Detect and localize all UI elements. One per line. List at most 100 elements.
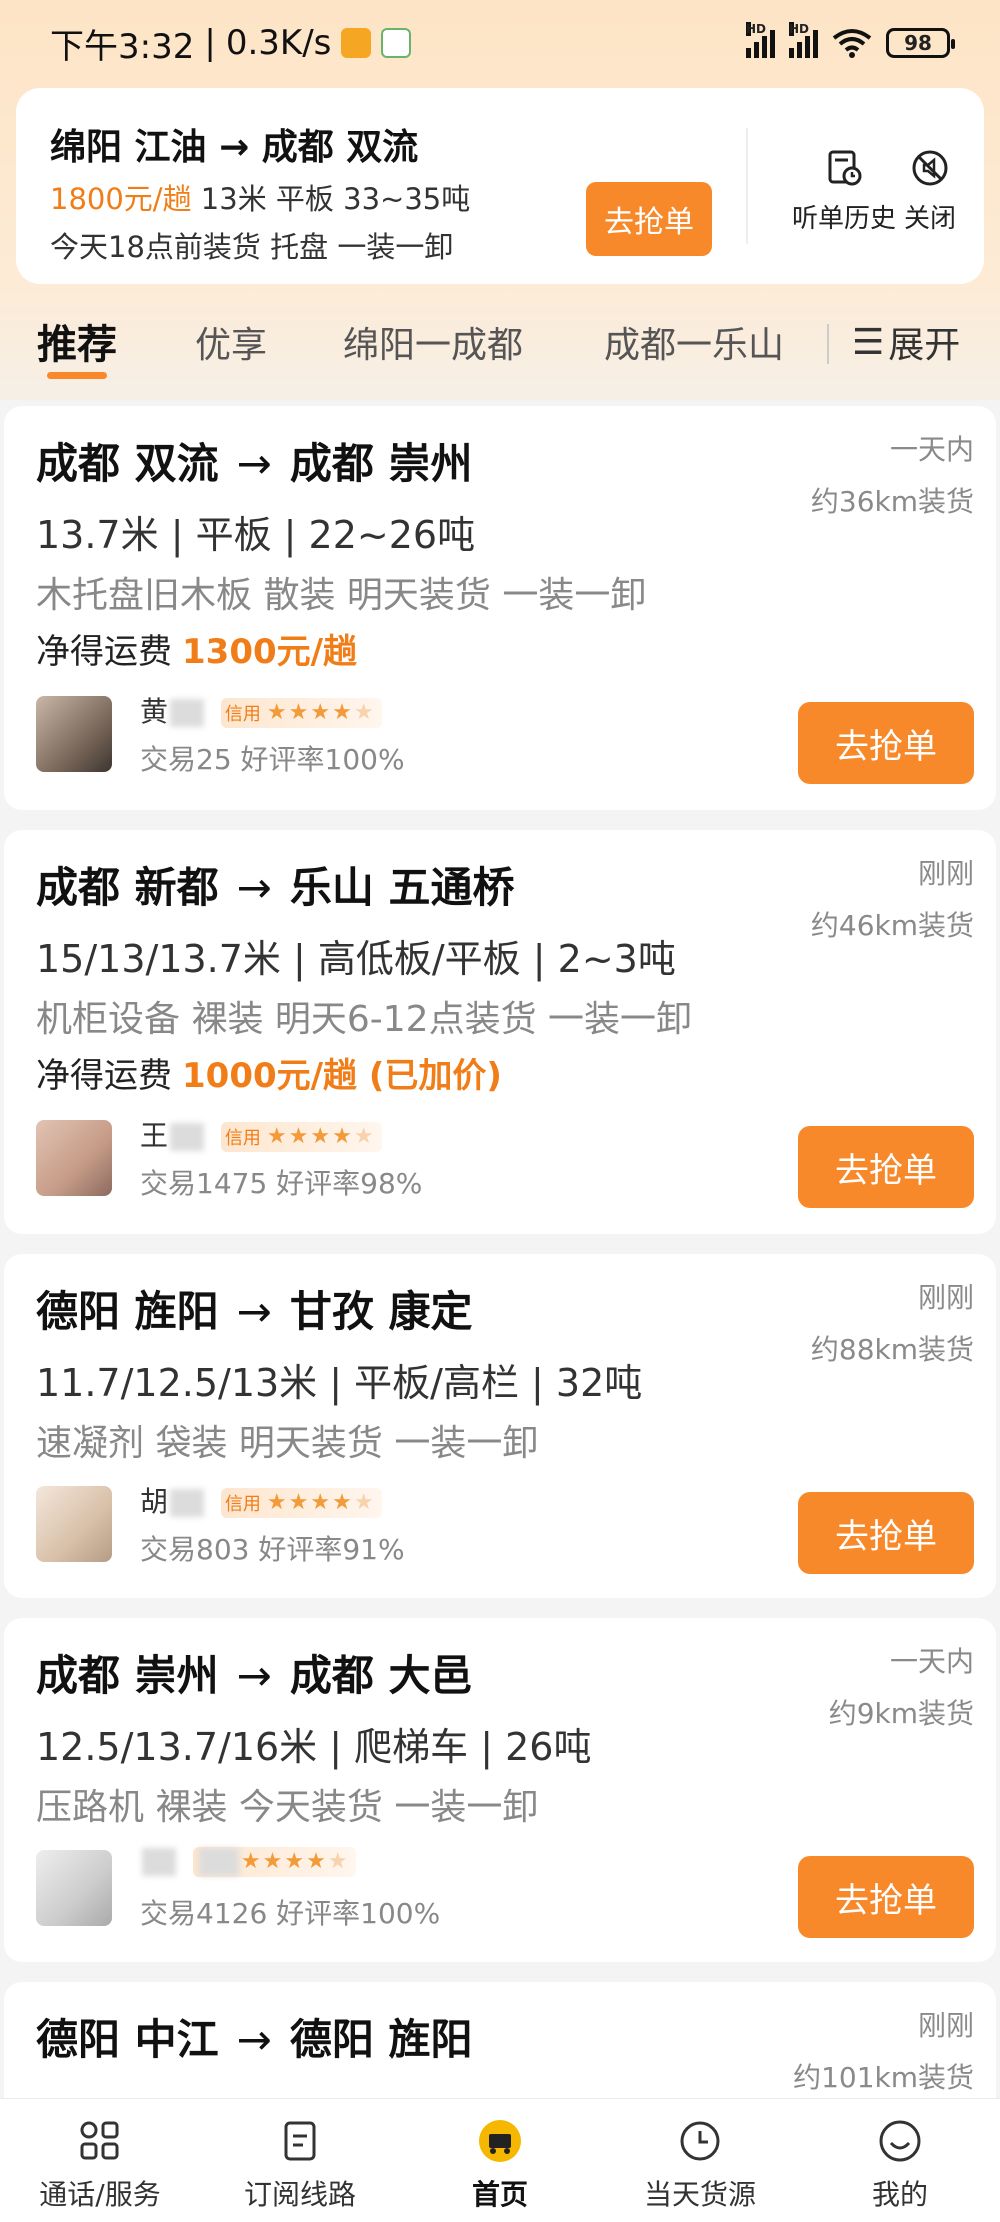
tab-route-mianyang-chengdu[interactable]: 绵阳一成都: [343, 316, 523, 368]
star-icon: ★: [332, 1490, 352, 1515]
post-time: 一天内: [889, 1645, 974, 1678]
owner-stats: 交易25 好评率100%: [140, 743, 405, 776]
status-separator: |: [204, 23, 216, 63]
nav-label: 当天货源: [643, 2178, 756, 2211]
owner-stats: 交易803 好评率91%: [140, 1533, 405, 1566]
tab-active-indicator: [47, 372, 107, 379]
listen-order-card: 绵阳 江油 → 成都 双流 1800元/趟 13米 平板 33~35吨 今天18…: [16, 88, 984, 284]
grab-order-button[interactable]: 去抢单: [798, 702, 974, 784]
star-icon: ★: [353, 1124, 374, 1149]
nav-mine[interactable]: 我的: [800, 2099, 1000, 2222]
menu-icon: ☰: [852, 321, 885, 363]
profile-icon: [879, 2120, 921, 2162]
tab-recommend[interactable]: 推荐: [37, 312, 117, 370]
load-distance: 约101km装货: [793, 2061, 974, 2094]
owner-name: ★ ★ ★ ★ ★: [140, 1844, 356, 1877]
goods-info: 木托盘旧木板 散装 明天装货 一装一卸: [36, 575, 647, 616]
card-route: 德阳 中江 → 德阳 旌阳: [36, 2006, 472, 2067]
vehicle-spec: 15/13/13.7米 | 高低板/平板 | 2~3吨: [36, 937, 676, 981]
goods-info: 压路机 裸装 今天装货 一装一卸: [36, 1787, 539, 1828]
cargo-card[interactable]: 成都 双流 → 成都 崇州 一天内 约36km装货 13.7米 | 平板 | 22~…: [4, 406, 996, 810]
history-label: 听单历史: [792, 204, 897, 234]
avatar[interactable]: [36, 1850, 112, 1926]
tab-premium[interactable]: 优享: [195, 316, 267, 368]
load-distance: 约88km装货: [810, 1333, 974, 1366]
status-bar: 下午3:32 | 0.3K/s HD HD 98: [0, 0, 1000, 86]
star-icon: ★: [284, 1849, 305, 1874]
fee-label: 净得运费: [36, 1056, 172, 1096]
home-logo-icon: [479, 2120, 521, 2162]
avatar[interactable]: [36, 696, 112, 772]
owner-name: 胡 信用 ★ ★ ★ ★ ★: [140, 1480, 382, 1520]
goods-info: 速凝剂 袋装 明天装货 一装一卸: [36, 1423, 539, 1464]
tab-route-chengdu-leshan[interactable]: 成都一乐山: [604, 316, 784, 368]
star-icon: ★: [306, 1849, 326, 1874]
credit-label: 信用: [224, 704, 261, 725]
grab-order-button[interactable]: 去抢单: [798, 1492, 974, 1574]
star-icon: ★: [288, 1490, 309, 1515]
fee-label: 净得运费: [36, 632, 172, 672]
star-icon: ★: [353, 1490, 374, 1515]
owner-stats: 交易4126 好评率100%: [140, 1897, 441, 1930]
goods-info: 机柜设备 裸装 明天6-12点装货 一装一卸: [36, 999, 693, 1040]
avatar[interactable]: [36, 1120, 112, 1196]
load-distance: 约9km装货: [828, 1697, 974, 1730]
cargo-card[interactable]: 成都 新都 → 乐山 五通桥 刚刚 约46km装货 15/13/13.7米 | 高低…: [4, 830, 996, 1234]
star-icon: ★: [310, 1124, 331, 1149]
listen-summary: 1800元/趟 13米 平板 33~35吨: [50, 176, 470, 218]
route-tabs: 推荐 优享 绵阳一成都 成都一乐山 ☰ 展开: [0, 300, 1000, 390]
star-icon: ★: [332, 1124, 352, 1149]
close-listen-button[interactable]: 关闭: [904, 148, 956, 235]
nav-label: 通话/服务: [39, 2178, 161, 2211]
star-icon: ★: [266, 1124, 287, 1149]
cargo-card[interactable]: 成都 崇州 → 成都 大邑 一天内 约9km装货 12.5/13.7/16米 | 爬…: [4, 1618, 996, 1962]
star-icon: ★: [262, 1849, 283, 1874]
card-route: 成都 崇州 → 成都 大邑: [36, 1642, 472, 1703]
star-icon: ★: [310, 1490, 331, 1515]
status-left: 下午3:32 | 0.3K/s: [50, 19, 412, 68]
owner-surname: 黄: [140, 695, 169, 728]
fee-amount: 1300元/趟: [182, 632, 358, 672]
blurred-name: [142, 1848, 176, 1876]
star-icon: ★: [310, 700, 331, 725]
notification-app-icon: [341, 28, 372, 58]
blurred-credit-label: [198, 1848, 239, 1876]
route-arrow-icon: →: [236, 1287, 272, 1336]
bottom-nav: 通话/服务 订阅线路 首页 当天货源 我的: [0, 2098, 1000, 2222]
card-route: 成都 双流 → 成都 崇州: [36, 430, 472, 491]
route-arrow-icon: →: [236, 439, 272, 488]
listen-grab-button[interactable]: 去抢单: [586, 182, 712, 256]
post-time: 刚刚: [917, 857, 974, 890]
listen-spec: 13米 平板 33~35吨: [200, 182, 471, 216]
star-icon: ★: [288, 700, 309, 725]
cargo-card[interactable]: 德阳 旌阳 → 甘孜 康定 刚刚 约88km装货 11.7/12.5/13米 | 平…: [4, 1254, 996, 1598]
history-button[interactable]: 听单历史: [792, 148, 896, 235]
nav-subscribe[interactable]: 订阅线路: [200, 2099, 400, 2222]
net-fee: 净得运费 1000元/趟 (已加价): [36, 1048, 502, 1097]
nav-home[interactable]: 首页: [400, 2099, 600, 2222]
nav-service[interactable]: 通话/服务: [0, 2099, 200, 2222]
blurred-name: [170, 1123, 205, 1151]
nav-today-cargo[interactable]: 当天货源: [600, 2099, 800, 2222]
credit-label: 信用: [224, 1494, 261, 1515]
load-distance: 约46km装货: [810, 909, 974, 942]
nav-label: 订阅线路: [243, 2178, 356, 2211]
expand-tabs-button[interactable]: ☰ 展开: [852, 316, 960, 368]
route-from: 德阳 旌阳: [36, 1287, 219, 1336]
grid-icon: [80, 2121, 119, 2160]
vehicle-spec: 12.5/13.7/16米 | 爬梯车 | 26吨: [36, 1725, 592, 1769]
route-to: 德阳 旌阳: [289, 2015, 473, 2064]
grab-order-button[interactable]: 去抢单: [798, 1126, 974, 1208]
star-icon: ★: [266, 1490, 287, 1515]
grab-order-button[interactable]: 去抢单: [798, 1856, 974, 1938]
signal-icon: HD: [789, 22, 818, 58]
document-icon: [284, 2121, 316, 2161]
load-distance: 约36km装货: [810, 485, 974, 518]
post-time: 刚刚: [917, 1281, 974, 1314]
notification-app-icon: [381, 28, 412, 58]
history-icon: [828, 150, 862, 186]
star-icon: ★: [327, 1849, 348, 1874]
avatar[interactable]: [36, 1486, 112, 1562]
credit-rating: 信用 ★ ★ ★ ★ ★: [220, 698, 382, 728]
vehicle-spec: 11.7/12.5/13米 | 平板/高栏 | 32吨: [36, 1361, 643, 1405]
